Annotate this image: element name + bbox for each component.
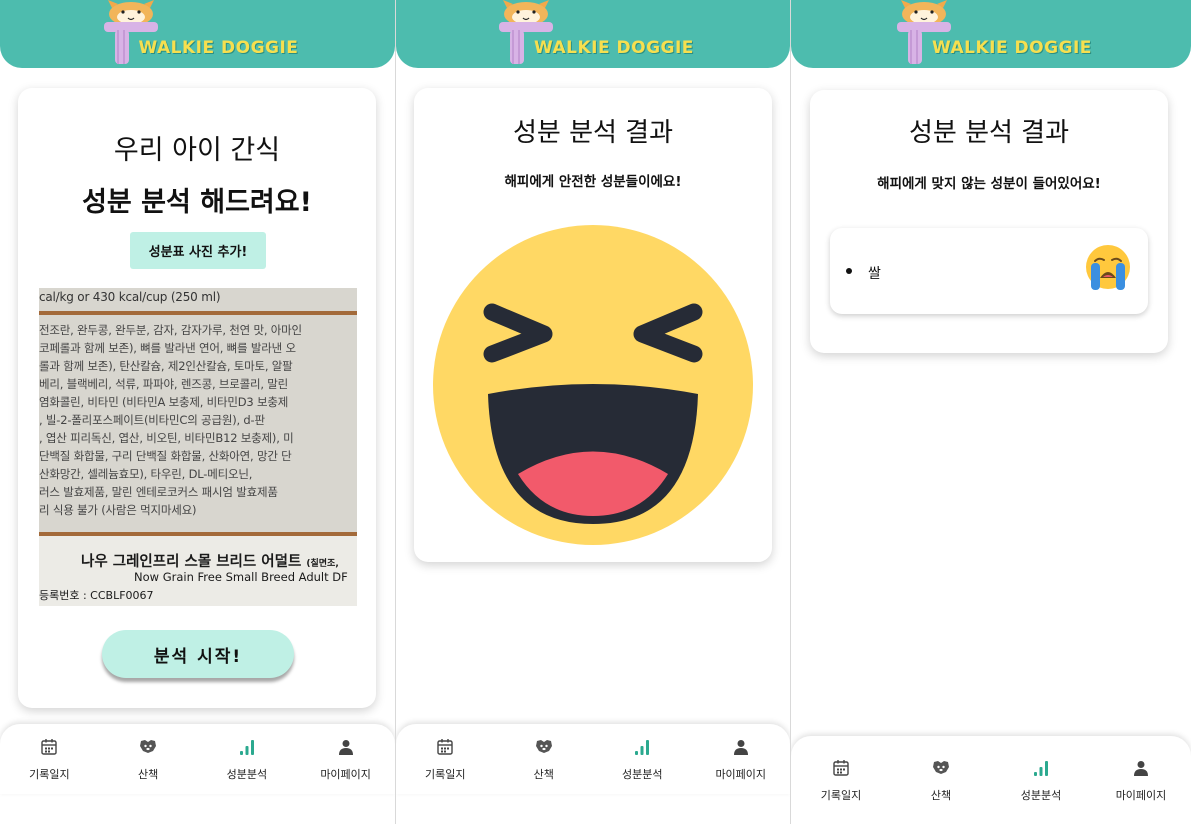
nav-item-mypage[interactable]: 마이페이지 — [301, 736, 391, 782]
screen-result-unsafe: WALKIE DOGGIE 성분 분석 결과 해피에게 맞지 않는 성분이 들어… — [791, 0, 1191, 824]
nav-item-walk[interactable]: 산책 — [103, 736, 193, 782]
nav-label: 산책 — [533, 768, 554, 781]
app-header: WALKIE DOGGIE — [0, 0, 395, 68]
photo-text: 코페롤과 함께 보존), 뼈를 발라낸 연어, 뼈를 발라낸 오 — [39, 341, 296, 355]
nav-label: 성분분석 — [1020, 789, 1062, 802]
nav-item-mypage[interactable]: 마이페이지 — [696, 736, 786, 782]
result-title: 성분 분석 결과 — [908, 118, 1070, 148]
result-title: 성분 분석 결과 — [512, 118, 674, 148]
bottom-nav: 기록일지 산책 성분분석 마이페이지 — [791, 736, 1191, 824]
app-stage: WALKIE DOGGIE 우리 아이 간식 성분 분석 해드려요! 성분표 사… — [0, 0, 1191, 824]
dog-icon — [137, 736, 159, 758]
page-title-line2: 성분 분석 해드려요! — [82, 187, 312, 218]
screen-result-safe: WALKIE DOGGIE 성분 분석 결과 해피에게 안전한 성분들이에요! … — [396, 0, 790, 824]
photo-text: cal/kg or 430 kcal/cup (250 ml) — [39, 290, 221, 304]
nav-item-analysis[interactable]: 성분분석 — [597, 736, 687, 782]
app-header: WALKIE DOGGIE — [396, 0, 790, 68]
result-card: 성분 분석 결과 해피에게 맞지 않는 성분이 들어있어요! 쌀 — [810, 90, 1168, 353]
logo-text: WALKIE DOGGIE — [932, 38, 1092, 58]
nav-item-walk[interactable]: 산책 — [896, 757, 986, 803]
photo-text: 염화콜린, 비타민 (비타민A 보충제, 비타민D3 보충제 — [39, 395, 289, 409]
app-logo[interactable]: WALKIE DOGGIE — [891, 0, 1091, 68]
nav-label: 마이페이지 — [1115, 789, 1167, 802]
ingredient-name: 쌀 — [868, 266, 881, 282]
nav-item-analysis[interactable]: 성분분석 — [202, 736, 292, 782]
result-subtitle: 해피에게 맞지 않는 성분이 들어있어요! — [877, 176, 1101, 192]
photo-text: 롤과 함께 보존), 탄산칼슘, 제2인산칼슘, 토마토, 알팔 — [39, 359, 293, 373]
app-logo[interactable]: WALKIE DOGGIE — [493, 0, 693, 68]
calendar-icon — [38, 736, 60, 758]
logo-text: WALKIE DOGGIE — [138, 38, 299, 58]
photo-text: , 엽산 피리독신, 엽산, 비오틴, 비타민B12 보충제), 미 — [39, 431, 294, 445]
chart-icon — [631, 736, 653, 758]
chart-icon — [1030, 757, 1052, 779]
dog-icon — [930, 757, 952, 779]
nav-label: 마이페이지 — [715, 768, 767, 781]
nav-label: 성분분석 — [226, 768, 268, 781]
photo-text: 단백질 화합물, 구리 단백질 화합물, 산화아연, 망간 단 — [39, 449, 292, 463]
screen-upload: WALKIE DOGGIE 우리 아이 간식 성분 분석 해드려요! 성분표 사… — [0, 0, 395, 824]
chart-icon — [236, 736, 258, 758]
laughing-face-icon — [433, 225, 753, 545]
app-header: WALKIE DOGGIE — [791, 0, 1191, 68]
photo-text: , 빌-2-폴리포스페이트(비타민C의 공급원), d-판 — [39, 413, 265, 427]
nav-label: 기록일지 — [820, 789, 862, 802]
photo-text: 베리, 블랙베리, 석류, 파파야, 렌즈콩, 브로콜리, 말린 — [39, 377, 289, 391]
photo-divider — [39, 311, 357, 315]
nav-item-mypage[interactable]: 마이페이지 — [1096, 757, 1186, 803]
photo-text: 러스 발효제품, 말린 엔테로코커스 패시엄 발효제품 — [39, 485, 278, 499]
user-icon — [730, 736, 752, 758]
photo-text: 산화망간, 셀레늄효모), 타우린, DL-메티오닌, — [39, 467, 253, 481]
ingredient-label-photo: cal/kg or 430 kcal/cup (250 ml) 전조란, 완두콩… — [39, 288, 357, 606]
photo-registration: 등록번호 : CCBLF0067 — [39, 589, 154, 602]
nav-label: 산책 — [930, 789, 952, 802]
photo-text: 전조란, 완두콩, 완두분, 감자, 감자가루, 천연 맛, 아마인 — [39, 323, 302, 337]
nav-item-walk[interactable]: 산책 — [499, 736, 589, 782]
photo-text: 리 식용 불가 (사람은 먹지마세요) — [39, 503, 197, 517]
user-icon — [1130, 757, 1152, 779]
calendar-icon — [830, 757, 852, 779]
nav-label: 산책 — [138, 768, 159, 781]
page-title-line1: 우리 아이 간식 — [113, 135, 281, 166]
result-card: 성분 분석 결과 해피에게 안전한 성분들이에요! — [414, 88, 772, 562]
crying-face-icon — [1086, 245, 1130, 290]
list-item[interactable]: 쌀 — [830, 228, 1148, 314]
add-photo-button[interactable]: 성분표 사진 추가! — [130, 232, 266, 269]
photo-product-name-kr: 나우 그레인프리 스몰 브리드 어덜트 (칠면조, — [81, 554, 339, 570]
upload-card: 우리 아이 간식 성분 분석 해드려요! 성분표 사진 추가! cal/kg o… — [18, 88, 376, 708]
photo-product-name-en: Now Grain Free Small Breed Adult DF — [134, 570, 348, 584]
user-icon — [335, 736, 357, 758]
nav-label: 성분분석 — [622, 768, 663, 781]
bottom-nav: 기록일지 산책 성분분석 마이페이지 — [396, 724, 790, 794]
result-subtitle: 해피에게 안전한 성분들이에요! — [504, 174, 682, 190]
app-logo[interactable]: WALKIE DOGGIE — [98, 0, 298, 68]
nav-label: 마이페이지 — [320, 768, 371, 781]
start-analysis-button[interactable]: 분석 시작! — [102, 630, 294, 678]
calendar-icon — [434, 736, 456, 758]
logo-text: WALKIE DOGGIE — [534, 38, 694, 58]
nav-label: 기록일지 — [425, 768, 466, 781]
nav-item-records[interactable]: 기록일지 — [400, 736, 490, 782]
nav-item-records[interactable]: 기록일지 — [4, 736, 94, 782]
nav-item-records[interactable]: 기록일지 — [796, 757, 886, 803]
dog-icon — [533, 736, 555, 758]
nav-item-analysis[interactable]: 성분분석 — [996, 757, 1086, 803]
bottom-nav: 기록일지 산책 성분분석 마이페이지 — [0, 724, 395, 794]
nav-label: 기록일지 — [29, 768, 70, 781]
list-bullet — [846, 268, 852, 274]
